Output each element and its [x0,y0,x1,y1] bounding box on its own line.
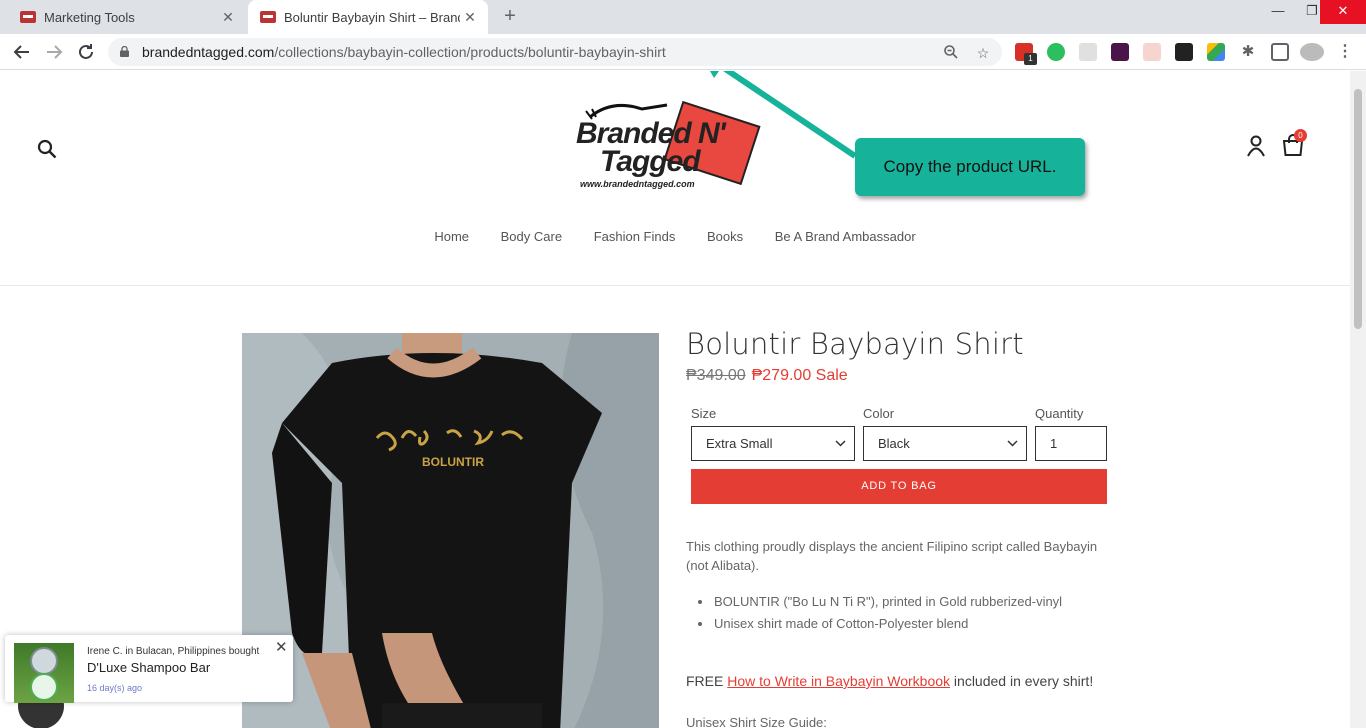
list-item: Unisex shirt made of Cotton-Polyester bl… [697,613,1062,635]
product-features-list: BOLUNTIR ("Bo Lu N Ti R"), printed in Go… [697,591,1062,635]
shirt-print-text: BOLUNTIR [422,455,484,469]
search-icon[interactable] [37,139,57,159]
cast-icon[interactable] [1271,43,1289,61]
close-window-button[interactable]: ✕ [1320,0,1366,24]
size-label: Size [691,406,717,421]
more-menu-icon[interactable]: ⋮ [1336,43,1354,61]
lock-icon [120,46,129,57]
annotation-callout: Copy the product URL. [855,138,1085,196]
close-icon[interactable]: ✕ [275,638,288,656]
profile-avatar-icon[interactable] [1300,43,1324,61]
chevron-down-icon [1007,427,1018,474]
logo-url: www.brandedntagged.com [580,179,695,189]
extension-badge: 1 [1024,53,1037,65]
account-icon[interactable] [1246,135,1266,157]
url-path: /collections/baybayin-collection/product… [274,44,666,60]
google-drive-extension-icon[interactable] [1207,43,1225,61]
zoom-icon[interactable] [942,44,960,62]
address-bar[interactable]: brandedntagged.com/collections/baybayin-… [108,38,1002,66]
nav-be-a-brand-ambassador[interactable]: Be A Brand Ambassador [775,229,916,244]
site-favicon-icon [20,11,36,23]
product-title: Boluntir Baybayin Shirt [686,327,1024,361]
feather-extension-icon[interactable] [1079,43,1097,61]
product-image[interactable]: BOLUNTIR [242,333,659,728]
tab-close-icon[interactable]: ✕ [460,9,480,26]
browser-tab-bar: Marketing Tools ✕ Boluntir Baybayin Shir… [0,0,1366,34]
recent-sale-popup[interactable]: Irene C. in Bulacan, Philippines bought … [5,635,293,703]
tab-marketing-tools[interactable]: Marketing Tools ✕ [8,0,246,34]
buyer-info: Irene C. in Bulacan, Philippines bought [87,646,260,657]
back-arrow-icon[interactable] [10,40,34,64]
price-row: ₱349.00 ₱279.00 Sale [686,367,848,385]
url-text: brandedntagged.com/collections/baybayin-… [142,44,666,60]
logo-line2: Tagged [600,145,701,178]
page-scrollbar[interactable] [1350,71,1366,728]
color-select[interactable]: Black [863,426,1027,461]
m-extension-icon[interactable] [1175,43,1193,61]
nav-home[interactable]: Home [434,229,469,244]
size-select[interactable]: Extra Small [691,426,855,461]
annotation-arrow-icon [710,71,857,159]
add-to-bag-button[interactable]: ADD TO BAG [691,469,1107,504]
tab-title: Marketing Tools [44,9,135,25]
reload-icon[interactable] [74,40,98,64]
product-thumbnail [14,643,74,703]
header-divider [0,285,1350,286]
sale-price: ₱279.00 Sale [751,367,848,384]
store-page: Branded N' Tagged www.brandedntagged.com… [0,71,1350,728]
chevron-down-icon [835,427,846,474]
quantity-input[interactable]: 1 [1035,426,1107,461]
original-price: ₱349.00 [686,367,746,384]
url-domain: brandedntagged.com [142,44,275,60]
bookmark-star-icon[interactable]: ☆ [974,44,992,62]
forward-arrow-icon[interactable] [42,40,66,64]
workbook-link[interactable]: How to Write in Baybayin Workbook [727,673,950,689]
puzzle-extensions-icon[interactable]: ✱ [1239,43,1257,61]
free-prefix: FREE [686,673,728,689]
size-select-value: Extra Small [706,436,773,451]
nav-fashion-finds[interactable]: Fashion Finds [594,229,676,244]
free-workbook-note: FREE How to Write in Baybayin Workbook i… [686,673,1093,689]
tab-boluntir-shirt[interactable]: Boluntir Baybayin Shirt – Branded N' Tag… [248,0,488,34]
browser-toolbar: brandedntagged.com/collections/baybayin-… [0,34,1366,70]
quantity-label: Quantity [1035,406,1084,421]
cart-count-badge: 0 [1294,129,1307,142]
evernote-extension-icon[interactable] [1047,43,1065,61]
site-favicon-icon [260,11,276,23]
purchase-time: 16 day(s) ago [87,683,143,693]
purchased-item: D'Luxe Shampoo Bar [87,660,211,675]
tab-close-icon[interactable]: ✕ [218,9,238,26]
color-label: Color [863,406,895,421]
notion-extension-icon[interactable] [1111,43,1129,61]
clipper-extension-icon[interactable] [1143,43,1161,61]
nav-books[interactable]: Books [707,229,743,244]
scrollbar-thumb[interactable] [1354,89,1362,329]
list-item: BOLUNTIR ("Bo Lu N Ti R"), printed in Go… [697,591,1062,613]
nav-body-care[interactable]: Body Care [501,229,562,244]
main-navigation: Home Body Care Fashion Finds Books Be A … [0,229,1350,244]
tab-title: Boluntir Baybayin Shirt – Branded N' Tag… [284,9,460,25]
size-guide-heading: Unisex Shirt Size Guide: [686,715,827,728]
new-tab-plus-icon[interactable]: + [498,4,522,28]
free-suffix: included in every shirt! [950,673,1094,689]
color-select-value: Black [878,436,910,451]
product-description: This clothing proudly displays the ancie… [686,539,1098,573]
